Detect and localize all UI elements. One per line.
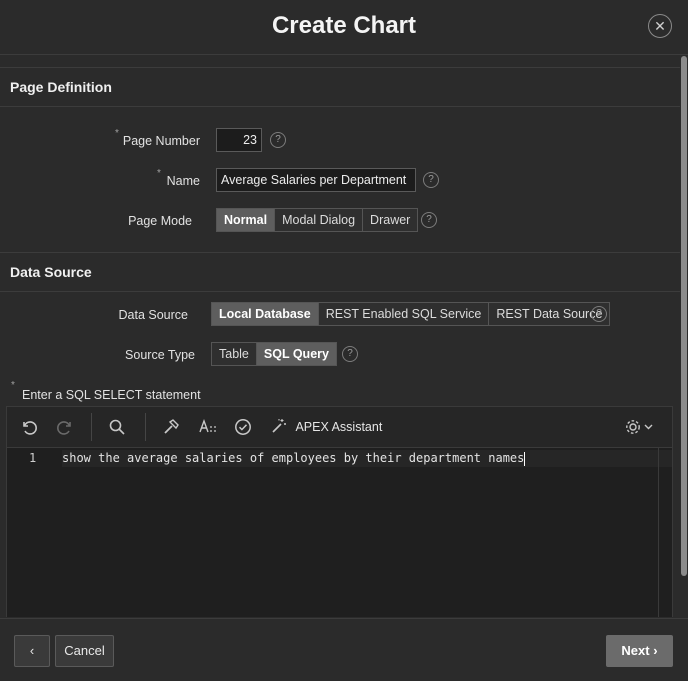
page-mode-label: Page Mode <box>128 214 192 228</box>
text-format-icon[interactable] <box>198 418 218 440</box>
close-button[interactable]: ✕ <box>648 14 672 38</box>
data-source-group: Local Database REST Enabled SQL Service … <box>211 302 611 326</box>
dialog-scrollbar-thumb[interactable] <box>681 56 687 576</box>
data-source-label: Data Source <box>118 308 188 322</box>
section-page-definition: Page Definition <box>0 67 680 107</box>
redo-icon[interactable] <box>56 418 74 441</box>
cancel-button[interactable]: Cancel <box>55 635 114 667</box>
data-source-rest-sql[interactable]: REST Enabled SQL Service <box>317 303 489 325</box>
sql-code-editor[interactable]: APEX Assistant 1 show the average salari… <box>6 406 673 617</box>
source-type-table[interactable]: Table <box>212 343 256 365</box>
page-mode-group: Normal Modal Dialog Drawer <box>216 208 419 232</box>
code-line[interactable]: show the average salaries of employees b… <box>62 450 672 467</box>
dialog-content: Page Definition * Page Number 23 ? * Nam… <box>0 67 680 617</box>
magic-wand-icon <box>272 419 286 433</box>
editor-scrollbar[interactable] <box>658 448 673 617</box>
section-title: Page Definition <box>10 79 112 95</box>
section-data-source: Data Source <box>0 252 680 292</box>
text-cursor <box>524 451 526 466</box>
page-mode-drawer[interactable]: Drawer <box>362 209 417 231</box>
dialog-title: Create Chart <box>271 12 417 39</box>
required-marker: * <box>11 380 15 391</box>
help-icon[interactable]: ? <box>591 306 607 322</box>
help-icon[interactable]: ? <box>270 132 286 148</box>
help-icon[interactable]: ? <box>421 212 437 228</box>
line-number: 1 <box>29 451 37 465</box>
page-mode-normal[interactable]: Normal <box>217 209 275 231</box>
data-source-local-database[interactable]: Local Database <box>212 303 318 325</box>
page-number-input[interactable]: 23 <box>216 128 262 152</box>
source-type-group: Table SQL Query <box>211 342 337 366</box>
editor-gutter <box>7 448 53 617</box>
help-icon[interactable]: ? <box>423 172 439 188</box>
name-input[interactable]: Average Salaries per Department <box>216 168 416 192</box>
toolbar-divider <box>91 413 92 441</box>
chevron-right-icon: › <box>653 643 658 658</box>
code-text: show the average salaries of employees b… <box>62 451 525 465</box>
sql-statement-label: Enter a SQL SELECT statement <box>22 388 201 402</box>
hammer-icon[interactable] <box>162 418 180 441</box>
source-type-label: Source Type <box>125 348 195 362</box>
editor-toolbar: APEX Assistant <box>7 407 672 448</box>
apex-assistant-label: APEX Assistant <box>295 420 383 434</box>
chevron-left-icon: ‹ <box>29 643 35 658</box>
search-icon[interactable] <box>108 418 126 441</box>
close-icon: ✕ <box>654 18 666 34</box>
validate-check-icon[interactable] <box>234 418 252 441</box>
page-number-label: Page Number <box>122 134 200 148</box>
next-button[interactable]: Next › <box>606 635 673 667</box>
page-mode-modal-dialog[interactable]: Modal Dialog <box>274 209 362 231</box>
name-label: Name <box>166 174 200 188</box>
dialog-header: Create Chart ✕ <box>0 0 688 55</box>
section-title: Data Source <box>10 264 92 280</box>
apex-assistant-button[interactable]: APEX Assistant <box>271 418 382 436</box>
back-button[interactable]: ‹ <box>14 635 50 667</box>
next-label: Next <box>621 643 650 658</box>
settings-gear-icon[interactable] <box>625 418 655 441</box>
undo-icon[interactable] <box>20 418 38 441</box>
dialog-footer: ‹ Cancel Next › <box>0 618 688 681</box>
source-type-sql-query[interactable]: SQL Query <box>255 343 336 365</box>
toolbar-divider <box>145 413 146 441</box>
help-icon[interactable]: ? <box>342 346 358 362</box>
